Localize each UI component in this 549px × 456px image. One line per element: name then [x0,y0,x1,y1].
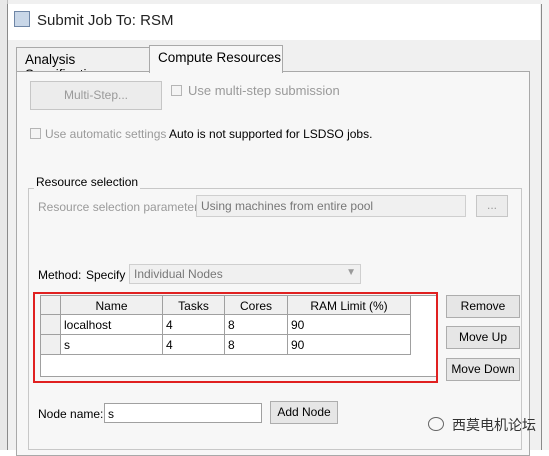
method-label: Method: [38,268,82,282]
background-window-right [541,0,549,450]
add-node-button[interactable]: Add Node [270,401,338,424]
tab-analysis-specification[interactable]: Analysis Specification [16,47,150,82]
window-title: Submit Job To: RSM [37,12,174,29]
node-name-label: Node name: [38,407,104,421]
node-name-input[interactable]: s [104,403,262,423]
remove-button[interactable]: Remove [446,295,520,318]
watermark-text: 西莫电机论坛 [452,417,536,433]
move-down-button[interactable]: Move Down [446,358,520,381]
move-up-button[interactable]: Move Up [446,326,520,349]
tab-compute-resources[interactable]: Compute Resources [149,45,283,73]
resource-params-field[interactable]: Using machines from entire pool [196,195,466,217]
method-mode: Specify [86,268,126,282]
multi-step-checkbox-label: Use multi-step submission [188,83,340,98]
app-icon [14,11,30,27]
multi-step-checkbox[interactable] [171,85,182,96]
auto-settings-note: Auto is not supported for LSDSO jobs. [169,127,373,141]
wechat-icon [428,417,444,431]
auto-settings-checkbox-label: Use automatic settings [45,127,167,141]
method-select[interactable]: Individual Nodes ▼ [129,264,361,284]
red-highlight-box [33,292,438,383]
method-select-value: Individual Nodes [134,267,223,281]
auto-settings-checkbox[interactable] [30,128,41,139]
multi-step-button[interactable]: Multi-Step... [30,81,162,110]
chevron-down-icon: ▼ [346,267,356,278]
resource-params-browse-button[interactable]: ... [476,195,508,217]
resource-selection-label: Resource selection [34,175,141,189]
resource-params-label: Resource selection parameters: [38,200,208,214]
